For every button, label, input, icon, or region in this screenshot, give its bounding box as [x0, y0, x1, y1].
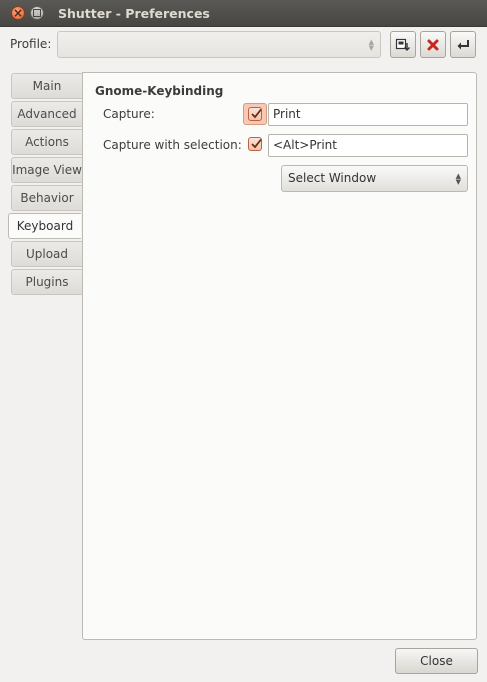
save-icon [395, 38, 410, 51]
keyboard-panel: Gnome-Keybinding Capture: Print Capture … [82, 72, 477, 640]
enter-icon [457, 39, 469, 49]
preferences-tabs: Main Advanced Actions Image View Behavio… [8, 73, 83, 297]
capture-checkbox[interactable] [248, 107, 262, 121]
tab-main[interactable]: Main [11, 73, 82, 99]
combo-arrows-icon: ▲ ▼ [455, 172, 461, 186]
checkmark-icon [251, 108, 262, 119]
selection-mode-combobox[interactable]: Select Window ▲ ▼ [281, 165, 468, 192]
window-maximize-icon[interactable] [30, 6, 44, 20]
delete-profile-button[interactable] [420, 31, 446, 58]
delete-icon [427, 39, 439, 50]
section-title: Gnome-Keybinding [95, 84, 224, 98]
profile-combobox[interactable]: ▲ ▼ [57, 31, 381, 58]
window-close-icon[interactable] [11, 6, 25, 20]
tab-keyboard[interactable]: Keyboard [8, 213, 81, 239]
tab-behavior[interactable]: Behavior [11, 185, 82, 211]
title-bar: Shutter - Preferences [0, 0, 487, 27]
capture-label: Capture: [103, 107, 155, 121]
capture-key-field[interactable]: Print [268, 103, 468, 126]
tab-plugins[interactable]: Plugins [11, 269, 82, 295]
tab-image-view[interactable]: Image View [11, 157, 82, 183]
selection-mode-value: Select Window [288, 171, 377, 185]
tab-actions[interactable]: Actions [11, 129, 82, 155]
capture-selection-label: Capture with selection: [103, 138, 242, 152]
apply-profile-button[interactable] [450, 31, 476, 58]
tab-upload[interactable]: Upload [11, 241, 82, 267]
capture-selection-key-field[interactable]: <Alt>Print [268, 134, 468, 157]
window-title: Shutter - Preferences [58, 6, 210, 21]
close-button[interactable]: Close [395, 648, 478, 674]
tab-advanced[interactable]: Advanced [11, 101, 82, 127]
checkmark-icon [251, 138, 262, 149]
capture-selection-checkbox[interactable] [248, 137, 262, 151]
save-profile-button[interactable] [390, 31, 416, 58]
combo-arrows-icon: ▲ ▼ [368, 38, 374, 52]
profile-label: Profile: [10, 37, 52, 51]
